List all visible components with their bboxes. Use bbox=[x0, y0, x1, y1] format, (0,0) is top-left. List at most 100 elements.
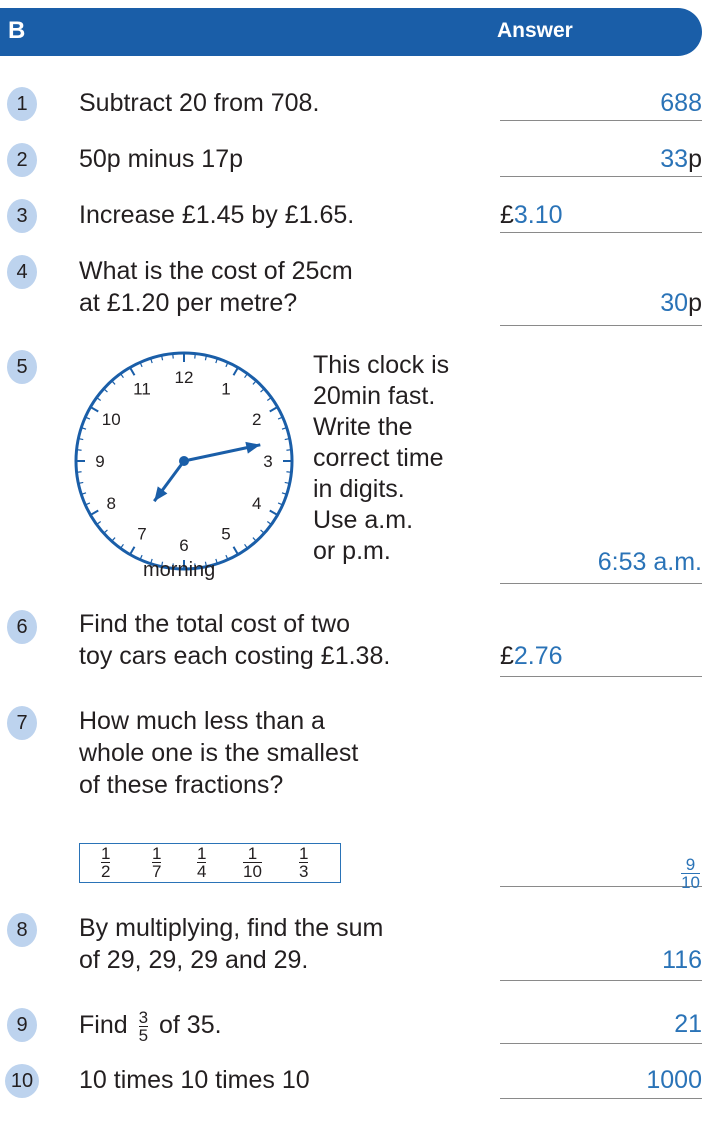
clock-number-10: 10 bbox=[102, 410, 121, 429]
fraction-2-denominator: 7 bbox=[152, 862, 162, 881]
answer-7-denominator: 10 bbox=[681, 873, 700, 892]
question-10-text: 10 times 10 times 10 bbox=[79, 1066, 310, 1094]
answer-3-wrap: £3.10 bbox=[500, 199, 563, 231]
question-5-line-4: correct time bbox=[313, 444, 444, 472]
question-5-line-2: 20min fast. bbox=[313, 382, 436, 410]
clock-number-4: 4 bbox=[252, 494, 261, 513]
clock-number-2: 2 bbox=[252, 410, 261, 429]
clock-number-3: 3 bbox=[263, 452, 272, 471]
question-5-text: This clock is 20min fast. Write the corr… bbox=[313, 350, 449, 567]
answer-10-field[interactable]: 1000 bbox=[500, 1064, 702, 1099]
clock-number-11: 11 bbox=[133, 379, 151, 398]
answer-6-value: 2.76 bbox=[513, 642, 563, 670]
clock-center bbox=[179, 456, 189, 466]
question-4-line-2: at £1.20 per metre? bbox=[79, 289, 298, 317]
question-number-4: 4 bbox=[7, 255, 37, 289]
question-4-line-1: What is the cost of 25cm bbox=[79, 257, 353, 285]
question-number-9: 9 bbox=[7, 1008, 37, 1042]
fraction-3-numerator: 1 bbox=[197, 844, 207, 863]
answer-6-wrap: £2.76 bbox=[500, 640, 563, 672]
clock-number-9: 9 bbox=[95, 452, 104, 471]
answer-6-prefix: £ bbox=[500, 642, 514, 670]
question-number-10: 10 bbox=[5, 1064, 39, 1098]
fraction-4-numerator: 1 bbox=[247, 844, 258, 863]
answer-1-field[interactable]: 688 bbox=[500, 87, 702, 121]
fraction-4-denominator: 10 bbox=[243, 862, 262, 881]
fraction-2: 17 bbox=[152, 844, 162, 881]
answer-10-value: 1000 bbox=[646, 1066, 702, 1094]
answer-4-value: 30 bbox=[660, 289, 689, 317]
clock-number-6: 6 bbox=[179, 536, 188, 555]
question-number-3: 3 bbox=[7, 199, 37, 233]
fraction-1: 12 bbox=[101, 844, 111, 881]
question-5-line-3: Write the bbox=[313, 413, 413, 441]
clock-number-7: 7 bbox=[137, 525, 146, 544]
fraction-4: 1 10 bbox=[243, 845, 262, 880]
answer-3-value: 3.10 bbox=[513, 201, 563, 229]
answer-2-value: 33 bbox=[660, 145, 689, 173]
question-number-7: 7 bbox=[7, 706, 37, 740]
answer-2-field[interactable]: 33p bbox=[500, 143, 702, 177]
fraction-3: 14 bbox=[197, 844, 207, 881]
fraction-5-numerator: 1 bbox=[299, 844, 309, 863]
question-9-post: of 35. bbox=[159, 1011, 222, 1039]
fraction-5: 13 bbox=[299, 844, 309, 881]
fraction-5-denominator: 3 bbox=[299, 862, 309, 881]
question-9-text: Find 35 of 35. bbox=[79, 1008, 222, 1044]
answer-4-field[interactable]: 30p bbox=[500, 287, 702, 326]
answer-4-wrap: 30p bbox=[660, 287, 702, 319]
question-5-line-5: in digits. bbox=[313, 475, 405, 503]
question-9-denominator: 5 bbox=[138, 1025, 149, 1045]
question-6-line-2: toy cars each costing £1.38. bbox=[79, 642, 391, 670]
question-7-text: How much less than a whole one is the sm… bbox=[79, 705, 358, 801]
question-8-text: By multiplying, find the sum of 29, 29, … bbox=[79, 912, 383, 976]
clock-number-12: 12 bbox=[175, 368, 194, 387]
question-9-pre: Find bbox=[79, 1011, 128, 1039]
question-5-line-1: This clock is bbox=[313, 351, 450, 379]
question-number-1: 1 bbox=[7, 87, 37, 121]
question-7-line-2: whole one is the smallest bbox=[79, 739, 359, 767]
fraction-1-numerator: 1 bbox=[101, 844, 111, 863]
answer-8-field[interactable]: 116 bbox=[500, 944, 702, 981]
fraction-3-denominator: 4 bbox=[197, 862, 207, 881]
question-1-text: Subtract 20 from 708. bbox=[79, 89, 320, 117]
question-5-line-6: Use a.m. bbox=[313, 506, 414, 534]
question-number-2: 2 bbox=[7, 143, 37, 177]
question-number-5: 5 bbox=[7, 350, 37, 384]
answer-3-prefix: £ bbox=[500, 201, 514, 229]
question-7-line-3: of these fractions? bbox=[79, 771, 284, 799]
answer-9-value: 21 bbox=[674, 1010, 702, 1038]
section-header: B Answer bbox=[0, 8, 702, 56]
fraction-1-denominator: 2 bbox=[101, 862, 111, 881]
clock-label: morning bbox=[143, 559, 216, 581]
answer-4-unit: p bbox=[688, 289, 702, 317]
answer-7-numerator: 9 bbox=[685, 855, 696, 874]
answer-6-field[interactable]: £2.76 bbox=[500, 640, 702, 677]
answer-3-field[interactable]: £3.10 bbox=[500, 199, 702, 233]
answer-5-field[interactable]: 6:53 a.m. bbox=[500, 546, 702, 584]
question-6-line-1: Find the total cost of two bbox=[79, 610, 350, 638]
answer-2-unit: p bbox=[688, 145, 702, 173]
question-8-line-2: of 29, 29, 29 and 29. bbox=[79, 946, 309, 974]
fraction-2-numerator: 1 bbox=[152, 844, 162, 863]
question-5-line-7: or p.m. bbox=[313, 537, 391, 565]
clock-face: 121234567891011 bbox=[74, 351, 294, 571]
question-9-numerator: 3 bbox=[138, 1007, 149, 1027]
section-letter: B bbox=[8, 17, 26, 44]
answer-8-value: 116 bbox=[662, 946, 702, 974]
answer-column-label: Answer bbox=[497, 19, 573, 42]
answer-7-field[interactable]: 9 10 bbox=[500, 852, 702, 891]
question-6-text: Find the total cost of two toy cars each… bbox=[79, 608, 390, 672]
clock-number-8: 8 bbox=[107, 494, 116, 513]
answer-9-field[interactable]: 21 bbox=[500, 1008, 702, 1044]
answer-1-value: 688 bbox=[660, 89, 702, 117]
clock-number-5: 5 bbox=[221, 525, 230, 544]
question-7-line-1: How much less than a bbox=[79, 707, 325, 735]
question-4-text: What is the cost of 25cm at £1.20 per me… bbox=[79, 255, 353, 319]
answer-5-value: 6:53 a.m. bbox=[597, 548, 702, 576]
question-2-text: 50p minus 17p bbox=[79, 145, 244, 173]
question-number-8: 8 bbox=[7, 913, 37, 947]
clock-number-1: 1 bbox=[221, 379, 230, 398]
question-9-fraction: 35 bbox=[138, 1007, 149, 1045]
question-number-6: 6 bbox=[7, 610, 37, 644]
